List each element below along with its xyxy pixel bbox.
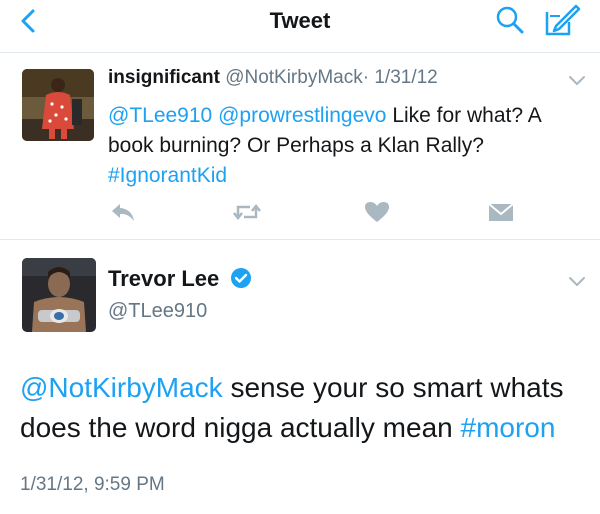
- mention-link[interactable]: @NotKirbyMack: [20, 372, 223, 403]
- search-button[interactable]: [494, 4, 526, 36]
- tweet-text: @NotKirbyMack sense your so smart whats …: [20, 368, 590, 448]
- tweet-actions: [108, 199, 528, 227]
- author-name[interactable]: insignificant: [108, 67, 220, 88]
- verified-icon: [231, 268, 251, 288]
- chevron-down-icon: [569, 76, 585, 85]
- author-handle[interactable]: @TLee910: [108, 300, 207, 323]
- search-icon: [496, 6, 524, 34]
- tweet-text: @TLee910 @prowrestlingevo Like for what?…: [108, 101, 578, 191]
- compose-button[interactable]: [542, 2, 582, 38]
- main-tweet: Trevor Lee @TLee910 @NotKirbyMack sense …: [0, 240, 600, 514]
- retweet-icon: [233, 203, 261, 221]
- navigation-bar: Tweet: [0, 0, 600, 53]
- reply-button[interactable]: [108, 199, 138, 225]
- reply-header: insignificant @NotKirbyMack· 1/31/12: [108, 67, 438, 89]
- avatar[interactable]: [22, 258, 96, 332]
- reply-tweet[interactable]: insignificant @NotKirbyMack· 1/31/12 @TL…: [0, 53, 600, 240]
- more-options-button[interactable]: [566, 274, 588, 290]
- separator: ·: [362, 67, 370, 88]
- more-options-button[interactable]: [566, 73, 588, 89]
- tweet-date[interactable]: 1/31/12: [374, 67, 437, 88]
- author-handle[interactable]: @NotKirbyMack: [225, 67, 363, 88]
- mention-link[interactable]: @TLee910: [108, 104, 212, 127]
- reply-icon: [112, 204, 134, 221]
- hashtag-link[interactable]: #moron: [461, 412, 556, 443]
- like-button[interactable]: [362, 199, 392, 225]
- user-avatar-image: [22, 69, 94, 141]
- retweet-button[interactable]: [232, 199, 262, 225]
- compose-icon: [545, 4, 581, 36]
- direct-message-button[interactable]: [486, 199, 516, 225]
- avatar[interactable]: [22, 69, 94, 141]
- direct-message-icon: [488, 203, 514, 221]
- chevron-down-icon: [569, 277, 585, 286]
- hashtag-link[interactable]: #IgnorantKid: [108, 164, 227, 187]
- like-icon: [365, 202, 389, 222]
- author-name[interactable]: Trevor Lee: [108, 266, 219, 292]
- mention-link[interactable]: @prowrestlingevo: [218, 104, 386, 127]
- user-avatar-image: [22, 258, 96, 332]
- tweet-timestamp[interactable]: 1/31/12, 9:59 PM: [20, 474, 165, 496]
- verified-badge: [230, 267, 252, 289]
